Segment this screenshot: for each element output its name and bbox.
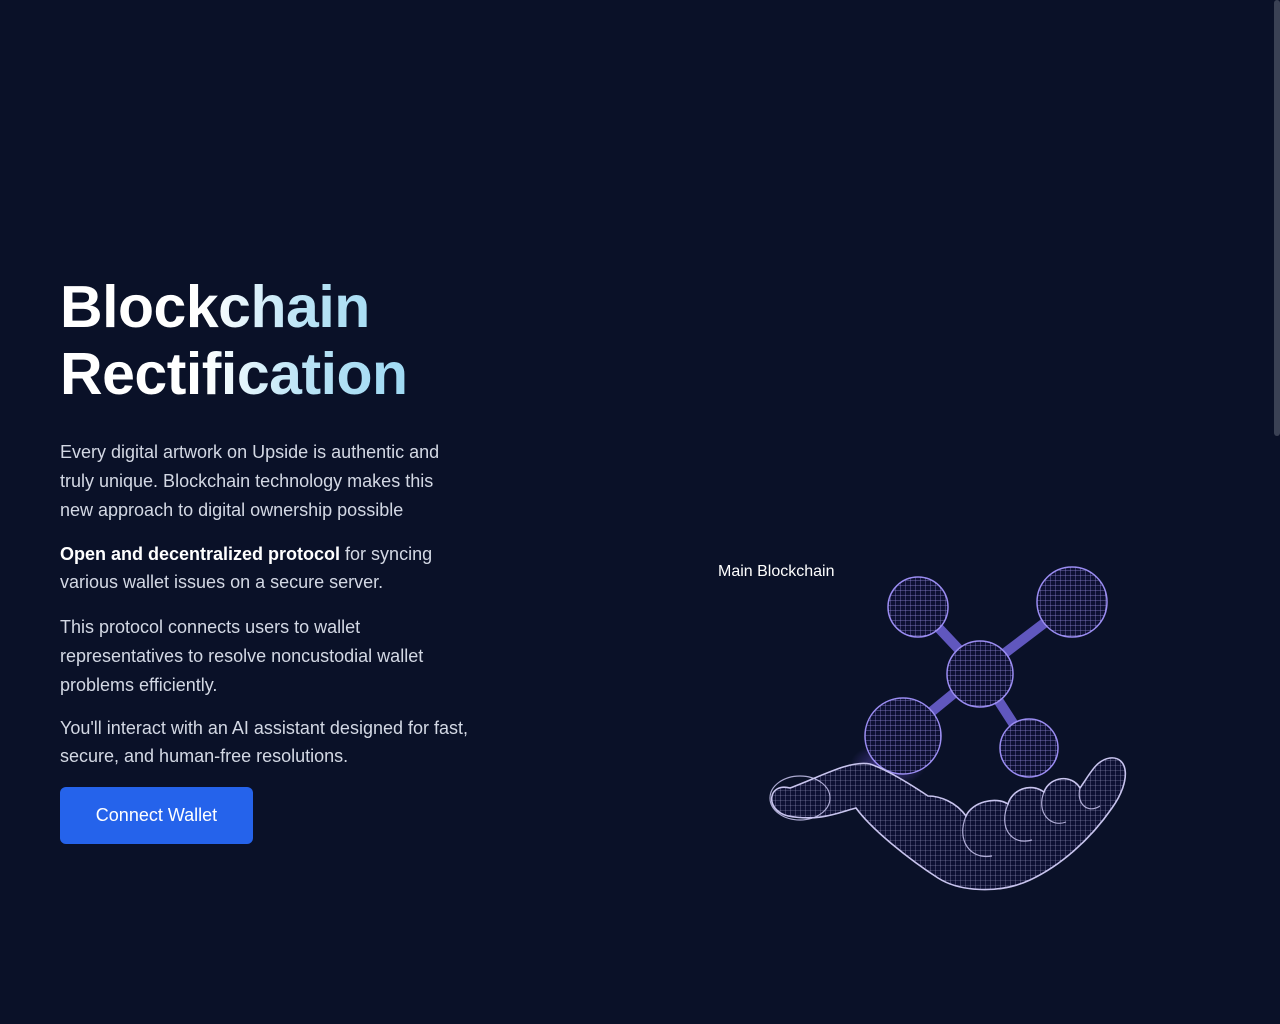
hand-holding-molecule-icon [760,560,1140,900]
title-line-1: Blockchain [60,274,370,340]
title-line-2: Rectification [60,341,408,407]
intro-paragraph: Every digital artwork on Upside is authe… [60,442,440,520]
scrollbar-track[interactable] [1274,0,1280,1024]
page-title: Blockchain Rectification [60,274,470,408]
protocol-emphasis: Open and decentralized protocol [60,544,341,564]
hero-section: Blockchain Rectification Every digital a… [60,274,470,844]
scrollbar-thumb[interactable] [1274,0,1280,436]
wireframe-hand [769,757,1127,891]
connect-wallet-button[interactable]: Connect Wallet [60,787,253,844]
assistant-paragraph: You'll interact with an AI assistant des… [60,718,469,766]
landing-page: Blockchain Rectification Every digital a… [0,0,1280,1024]
connection-paragraph: This protocol connects users to wallet r… [60,617,424,695]
protocol-paragraph: Open and decentralized protocol for sync… [60,540,470,596]
molecule-spheres [864,566,1108,778]
